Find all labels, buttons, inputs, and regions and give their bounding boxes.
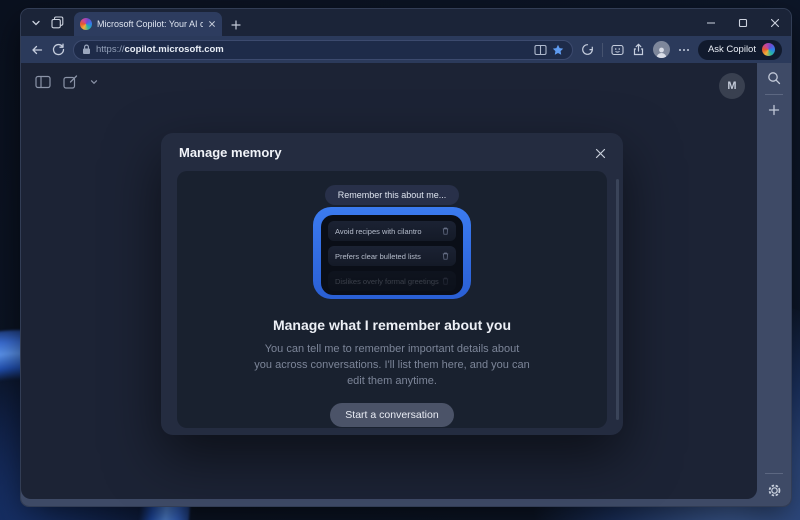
split-screen-icon[interactable]	[534, 44, 547, 56]
sidebar-toggle-icon[interactable]	[35, 75, 51, 89]
workspaces-icon[interactable]	[51, 16, 64, 29]
start-conversation-button[interactable]: Start a conversation	[330, 403, 453, 427]
dialog-body-line: you across conversations. I'll list them…	[254, 357, 529, 373]
tab-title: Microsoft Copilot: Your AI compan	[97, 19, 203, 29]
memory-illustration: Avoid recipes with cilantro Prefers clea…	[313, 207, 471, 299]
memory-row: Dislikes overly formal greetings	[328, 271, 456, 291]
dialog-panel: Remember this about me... Avoid recipes …	[177, 171, 607, 428]
address-bar[interactable]: https://copilot.microsoft.com	[73, 40, 573, 60]
new-chat-icon[interactable]	[63, 75, 78, 89]
trash-icon	[442, 277, 449, 285]
trash-icon	[442, 227, 449, 235]
memory-text: Prefers clear bulleted lists	[335, 252, 421, 261]
profile-avatar-icon[interactable]	[653, 41, 670, 58]
back-icon[interactable]	[30, 43, 44, 57]
tab-close-icon[interactable]	[208, 20, 216, 28]
tab-list-chevron-icon[interactable]	[31, 18, 41, 28]
rail-divider	[765, 473, 783, 474]
memory-card-list: Avoid recipes with cilantro Prefers clea…	[321, 215, 463, 295]
search-icon[interactable]	[767, 71, 781, 85]
refresh-icon[interactable]	[52, 43, 65, 56]
share-icon[interactable]	[632, 43, 645, 56]
dialog-title: Manage memory	[179, 145, 282, 160]
rail-divider	[765, 94, 783, 95]
manage-memory-dialog: Manage memory Remember this about me... …	[161, 133, 623, 435]
dialog-close-icon[interactable]	[592, 145, 608, 161]
favorite-star-icon[interactable]	[552, 44, 564, 56]
prompt-pill: Remember this about me...	[325, 185, 460, 205]
copilot-page: M Manage memory Remember this about me..…	[21, 63, 757, 499]
dialog-scrollbar[interactable]	[616, 179, 619, 420]
copilot-favicon	[80, 18, 92, 30]
browser-essentials-icon[interactable]	[581, 43, 594, 56]
web-capture-icon[interactable]	[611, 44, 624, 56]
maximize-icon[interactable]	[727, 9, 759, 36]
desktop-wallpaper: Microsoft Copilot: Your AI compan	[0, 0, 800, 520]
url-scheme: https://	[96, 44, 125, 55]
user-avatar[interactable]: M	[719, 73, 745, 99]
add-icon[interactable]	[768, 104, 780, 116]
memory-row: Prefers clear bulleted lists	[328, 246, 456, 266]
browser-toolbar: https://copilot.microsoft.com	[21, 36, 791, 63]
toolbar-divider	[602, 43, 603, 57]
ask-copilot-button[interactable]: Ask Copilot	[698, 40, 782, 60]
dialog-body-line: You can tell me to remember important de…	[254, 341, 529, 357]
more-icon[interactable]	[678, 48, 690, 52]
new-tab-icon[interactable]	[231, 20, 241, 30]
window-controls	[695, 9, 791, 36]
lock-icon[interactable]	[82, 44, 91, 55]
minimize-icon[interactable]	[695, 9, 727, 36]
content-frame: M Manage memory Remember this about me..…	[21, 63, 791, 506]
tab-strip: Microsoft Copilot: Your AI compan	[21, 9, 791, 36]
close-icon[interactable]	[759, 9, 791, 36]
dialog-body-line: edit them anytime.	[254, 373, 529, 389]
memory-text: Dislikes overly formal greetings	[335, 277, 439, 286]
chevron-down-icon[interactable]	[90, 78, 98, 86]
dialog-heading: Manage what I remember about you	[273, 317, 511, 333]
memory-row: Avoid recipes with cilantro	[328, 221, 456, 241]
browser-tab[interactable]: Microsoft Copilot: Your AI compan	[74, 12, 222, 36]
memory-text: Avoid recipes with cilantro	[335, 227, 422, 236]
ask-copilot-label: Ask Copilot	[708, 44, 756, 55]
copilot-logo-icon	[762, 43, 775, 56]
dialog-body: You can tell me to remember important de…	[254, 341, 529, 389]
browser-window: Microsoft Copilot: Your AI compan	[20, 8, 792, 507]
url-text: https://copilot.microsoft.com	[96, 44, 224, 55]
trash-icon	[442, 252, 449, 260]
right-rail	[757, 63, 791, 506]
settings-gear-icon[interactable]	[767, 483, 782, 498]
url-host: copilot.microsoft.com	[125, 44, 224, 55]
